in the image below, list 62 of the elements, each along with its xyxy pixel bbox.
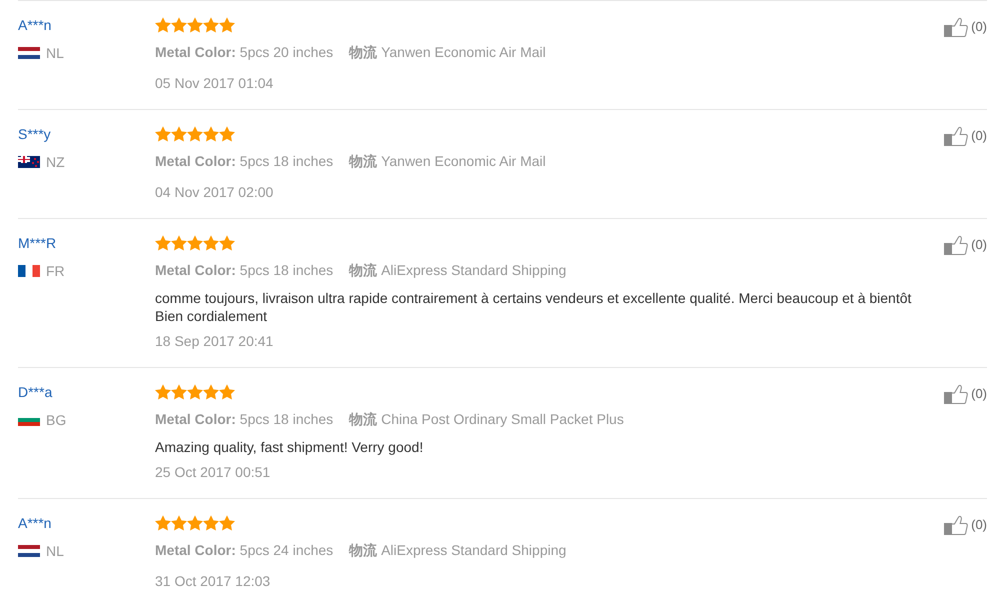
star-icon [203, 515, 219, 531]
star-icon [155, 126, 171, 142]
star-icon [187, 17, 203, 33]
buyer-name-link[interactable]: A***n [18, 513, 52, 533]
like-button[interactable]: (0) [944, 515, 987, 535]
star-icon [171, 17, 187, 33]
star-icon [203, 17, 219, 33]
star-icon [187, 126, 203, 142]
thumbs-up-icon [944, 384, 968, 404]
shipping-info: 物流 China Post Ordinary Small Packet Plus [349, 410, 624, 429]
review-date: 31 Oct 2017 12:03 [155, 572, 270, 591]
sku-info: Metal Color: 5pcs 18 inches [155, 410, 334, 429]
thumbs-up-icon [944, 235, 968, 255]
star-icon [187, 235, 203, 251]
star-icon [219, 17, 235, 33]
star-icon [155, 235, 171, 251]
star-icon [219, 515, 235, 531]
country-code: FR [46, 262, 65, 281]
sku-info: Metal Color: 5pcs 20 inches [155, 43, 334, 62]
star-icon [203, 126, 219, 142]
thumbs-up-icon [944, 17, 968, 37]
thumbs-up-icon [944, 126, 968, 146]
country-code: NZ [46, 153, 65, 172]
review-date: 25 Oct 2017 00:51 [155, 463, 270, 482]
sku-info: Metal Color: 5pcs 24 inches [155, 541, 334, 560]
shipping-info: 物流 AliExpress Standard Shipping [349, 541, 566, 560]
star-icon [203, 235, 219, 251]
thumbs-up-icon [944, 515, 968, 535]
sku-info: Metal Color: 5pcs 18 inches [155, 152, 334, 171]
buyer-name-link[interactable]: M***R [18, 233, 56, 253]
buyer-name-link[interactable]: D***a [18, 382, 52, 402]
like-button[interactable]: (0) [944, 384, 987, 404]
star-icon [171, 515, 187, 531]
review-comment: Amazing quality, fast shipment! Verry good! [155, 438, 424, 456]
country-code: NL [46, 44, 64, 63]
shipping-info: 物流 Yanwen Economic Air Mail [349, 43, 546, 62]
country-code: NL [46, 542, 64, 561]
like-button[interactable]: (0) [944, 235, 987, 255]
review-date: 18 Sep 2017 20:41 [155, 332, 274, 351]
star-icon [203, 384, 219, 400]
country-code: BG [46, 411, 66, 430]
buyer-name-link[interactable]: A***n [18, 15, 52, 35]
star-icon [155, 515, 171, 531]
like-button[interactable]: (0) [944, 17, 987, 37]
star-icon [155, 17, 171, 33]
star-icon [171, 235, 187, 251]
star-icon [155, 384, 171, 400]
star-icon [219, 235, 235, 251]
star-icon [219, 126, 235, 142]
review-date: 04 Nov 2017 02:00 [155, 183, 274, 202]
star-icon [171, 126, 187, 142]
star-icon [187, 515, 203, 531]
like-button[interactable]: (0) [944, 126, 987, 146]
shipping-info: 物流 AliExpress Standard Shipping [349, 261, 566, 280]
review-date: 05 Nov 2017 01:04 [155, 74, 274, 93]
star-icon [171, 384, 187, 400]
star-icon [219, 384, 235, 400]
buyer-name-link[interactable]: S***y [18, 124, 51, 144]
review-comment: comme toujours, livraison ultra rapide contrairement à certains vendeurs et excellente qualité. Merci beaucoup et à bientôt Bien cordialement [155, 289, 912, 325]
shipping-info: 物流 Yanwen Economic Air Mail [349, 152, 546, 171]
star-icon [187, 384, 203, 400]
sku-info: Metal Color: 5pcs 18 inches [155, 261, 334, 280]
